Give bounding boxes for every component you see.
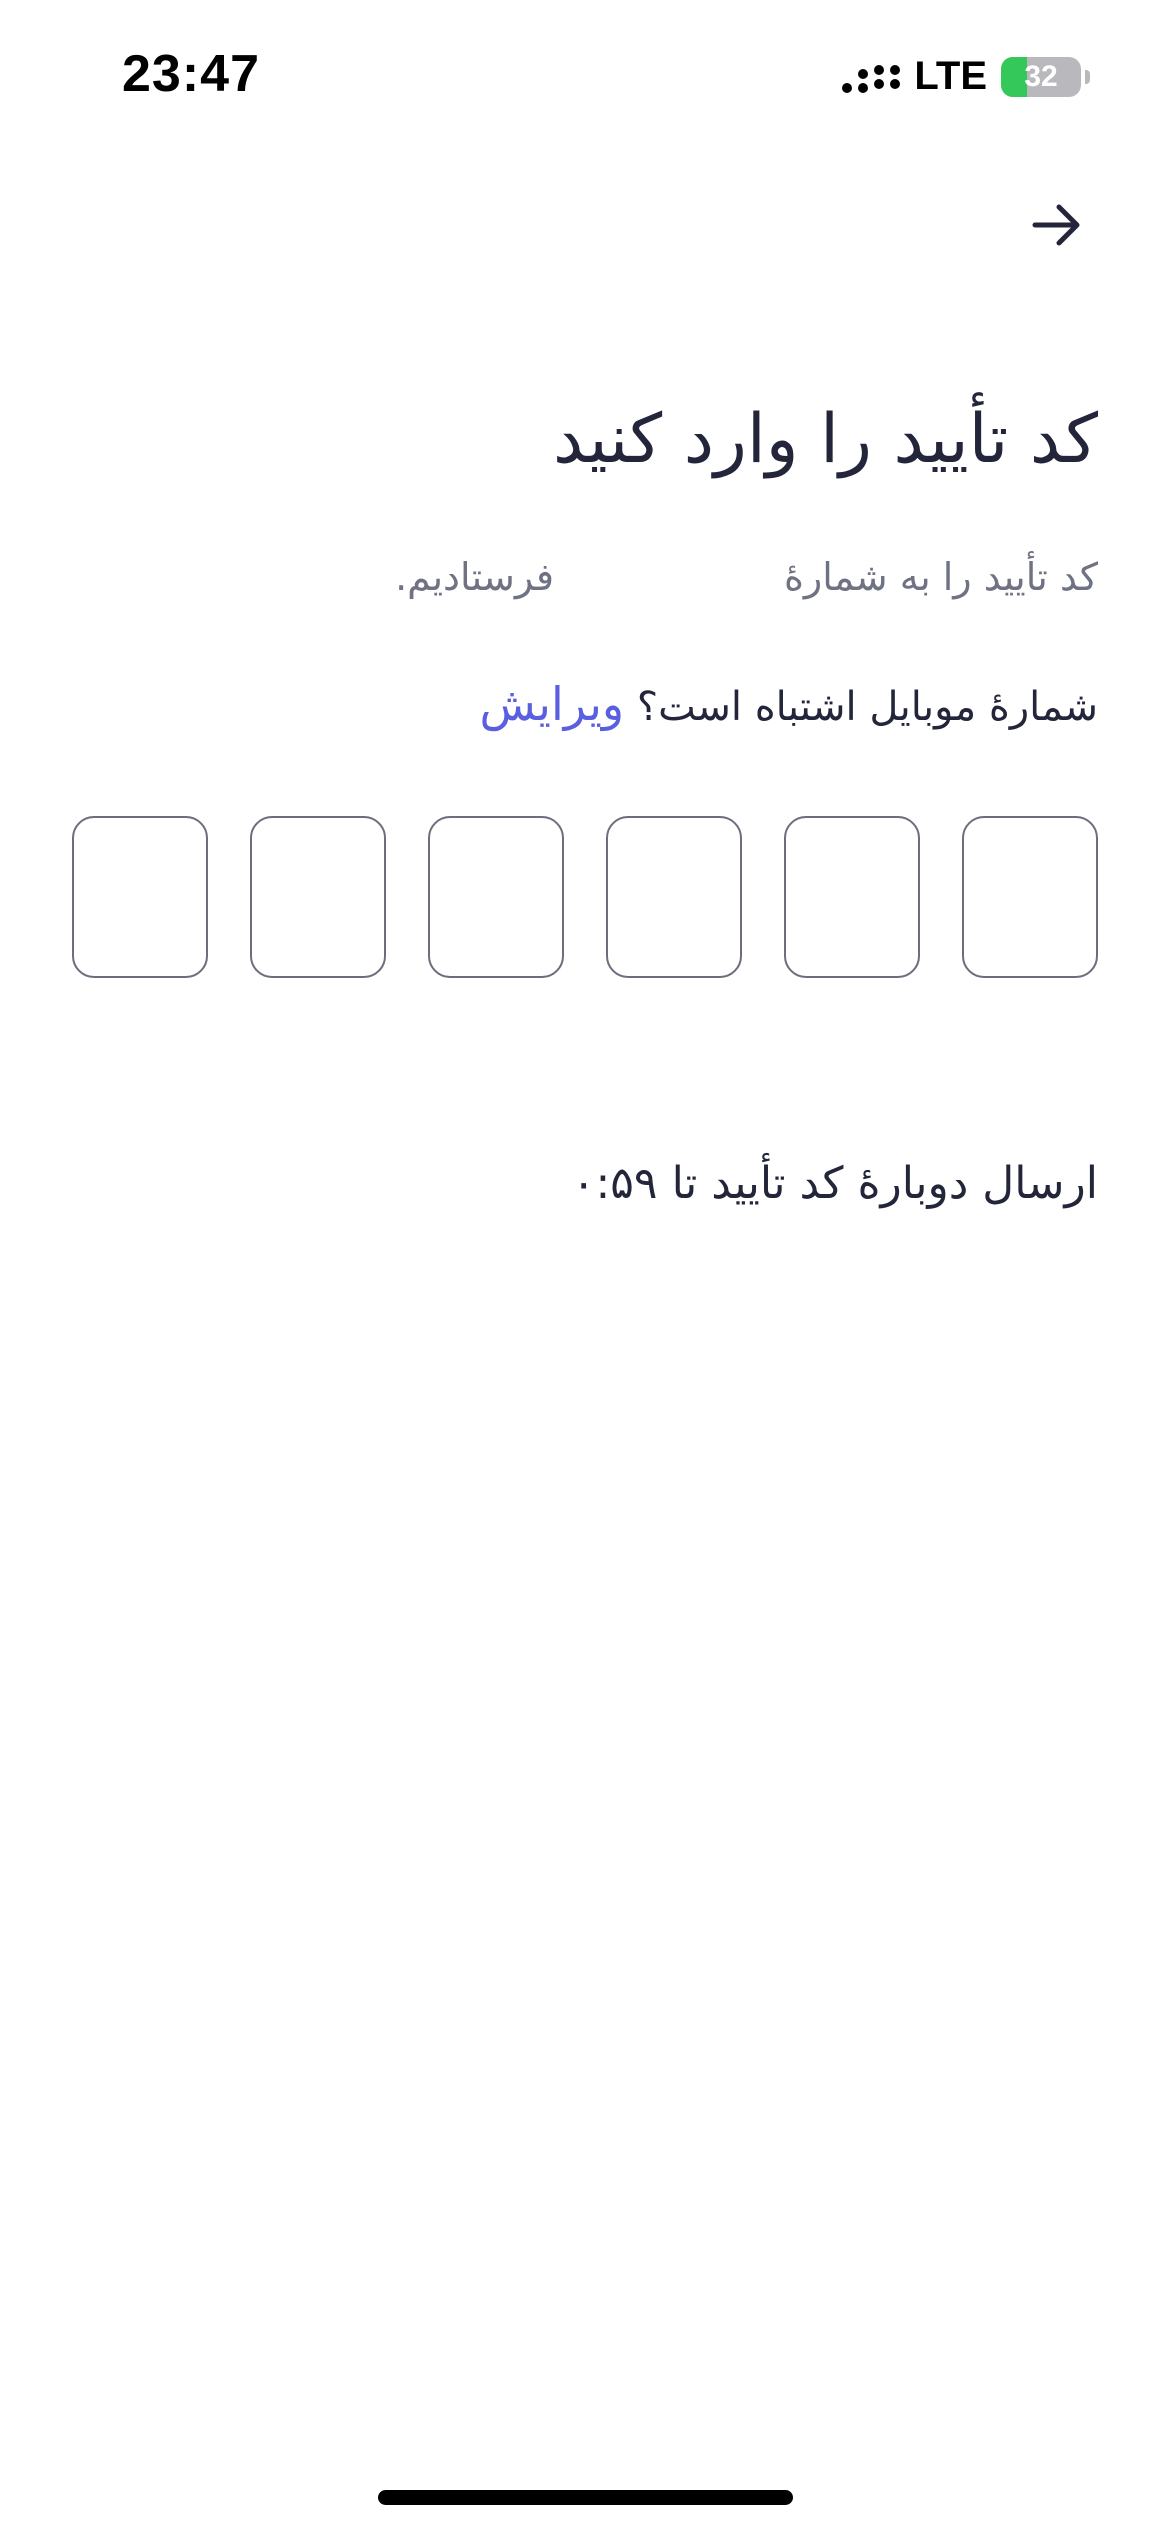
otp-digit-4[interactable] [428, 816, 564, 978]
status-bar: 23:47 LTE 32 [0, 0, 1170, 150]
battery-tip [1085, 69, 1090, 84]
signal-icon [842, 61, 901, 93]
battery-level: 32 [1024, 59, 1058, 93]
subtitle-end: فرستادیم. [395, 555, 554, 599]
status-indicators: LTE 32 [842, 54, 1090, 99]
otp-digit-2[interactable] [784, 816, 920, 978]
otp-digit-6[interactable] [72, 816, 208, 978]
edit-number-link[interactable]: ویرایش [480, 677, 625, 731]
resend-countdown: ارسال دوبارهٔ کد تأیید تا ۰:۵۹ [571, 1158, 1098, 1209]
battery-fill [1001, 56, 1027, 97]
otp-digit-3[interactable] [606, 816, 742, 978]
wrong-number-row: شمارهٔ موبایل اشتباه است؟ ویرایش [480, 677, 1099, 731]
arrow-right-icon [1032, 204, 1080, 246]
otp-digit-5[interactable] [250, 816, 386, 978]
back-button[interactable] [1022, 190, 1092, 260]
battery-icon: 32 [1001, 56, 1081, 97]
page-title: کد تأیید را وارد کنید [553, 400, 1098, 479]
wrong-number-text: شمارهٔ موبایل اشتباه است؟ [636, 684, 1098, 730]
otp-input-row [72, 816, 1098, 982]
subtitle-start: کد تأیید را به شمارهٔ [783, 555, 1098, 599]
otp-digit-1[interactable] [962, 816, 1098, 978]
subtitle: کد تأیید را به شمارهٔ فرستادیم. [395, 555, 1098, 599]
status-time: 23:47 [122, 45, 260, 103]
network-type: LTE [914, 54, 987, 98]
home-indicator[interactable] [378, 2490, 793, 2505]
